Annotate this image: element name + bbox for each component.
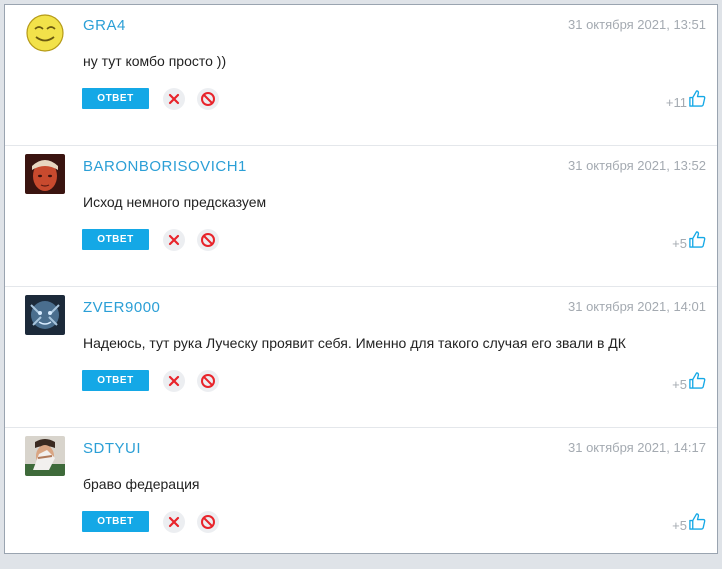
comment-author[interactable]: BARONBORISOVICH1 (83, 158, 247, 175)
comment-item: ZVER9000 31 октября 2021, 14:01 Надеюсь,… (5, 287, 717, 428)
close-icon (168, 516, 180, 528)
comment-author[interactable]: ZVER9000 (83, 299, 160, 316)
comment-author[interactable]: SDTYUI (83, 440, 141, 457)
comments-list: GRA4 31 октября 2021, 13:51 ну тут комбо… (4, 4, 718, 554)
rating-count: +5 (672, 236, 687, 251)
rating-count: +5 (672, 518, 687, 533)
rating-count: +11 (665, 95, 687, 110)
delete-button[interactable] (163, 370, 185, 392)
close-icon (168, 375, 180, 387)
reply-button[interactable]: ОТВЕТ (82, 370, 149, 391)
smiley-face-avatar[interactable] (25, 13, 65, 53)
ban-button[interactable] (197, 229, 219, 251)
ban-button[interactable] (197, 88, 219, 110)
comment-text: ну тут комбо просто )) (83, 53, 227, 69)
thumbs-up-icon[interactable] (688, 512, 707, 531)
comment-date: 31 октября 2021, 13:52 (568, 158, 706, 173)
ban-icon (201, 233, 215, 247)
reply-button[interactable]: ОТВЕТ (82, 229, 149, 250)
close-icon (168, 93, 180, 105)
red-portrait-avatar[interactable] (25, 154, 65, 194)
comment-text: Исход немного предсказуем (83, 194, 267, 210)
comment-item: SDTYUI 31 октября 2021, 14:17 браво феде… (5, 428, 717, 569)
comment-date: 31 октября 2021, 14:17 (568, 440, 706, 455)
comment-date: 31 октября 2021, 13:51 (568, 17, 706, 32)
thumbs-up-icon[interactable] (688, 89, 707, 108)
comment-author[interactable]: GRA4 (83, 17, 126, 34)
ban-icon (201, 92, 215, 106)
delete-button[interactable] (163, 88, 185, 110)
thumbs-up-icon[interactable] (688, 371, 707, 390)
reply-button[interactable]: ОТВЕТ (82, 511, 149, 532)
blue-beast-avatar[interactable] (25, 295, 65, 335)
ban-button[interactable] (197, 370, 219, 392)
delete-button[interactable] (163, 511, 185, 533)
rating-count: +5 (672, 377, 687, 392)
comment-item: BARONBORISOVICH1 31 октября 2021, 13:52 … (5, 146, 717, 287)
reply-button[interactable]: ОТВЕТ (82, 88, 149, 109)
close-icon (168, 234, 180, 246)
comment-text: браво федерация (83, 476, 200, 492)
ban-icon (201, 515, 215, 529)
thumbs-up-icon[interactable] (688, 230, 707, 249)
comment-text: Надеюсь, тут рука Луческу проявит себя. … (83, 335, 626, 351)
facepalm-avatar[interactable] (25, 436, 65, 476)
ban-button[interactable] (197, 511, 219, 533)
comment-date: 31 октября 2021, 14:01 (568, 299, 706, 314)
ban-icon (201, 374, 215, 388)
delete-button[interactable] (163, 229, 185, 251)
comment-item: GRA4 31 октября 2021, 13:51 ну тут комбо… (5, 5, 717, 146)
